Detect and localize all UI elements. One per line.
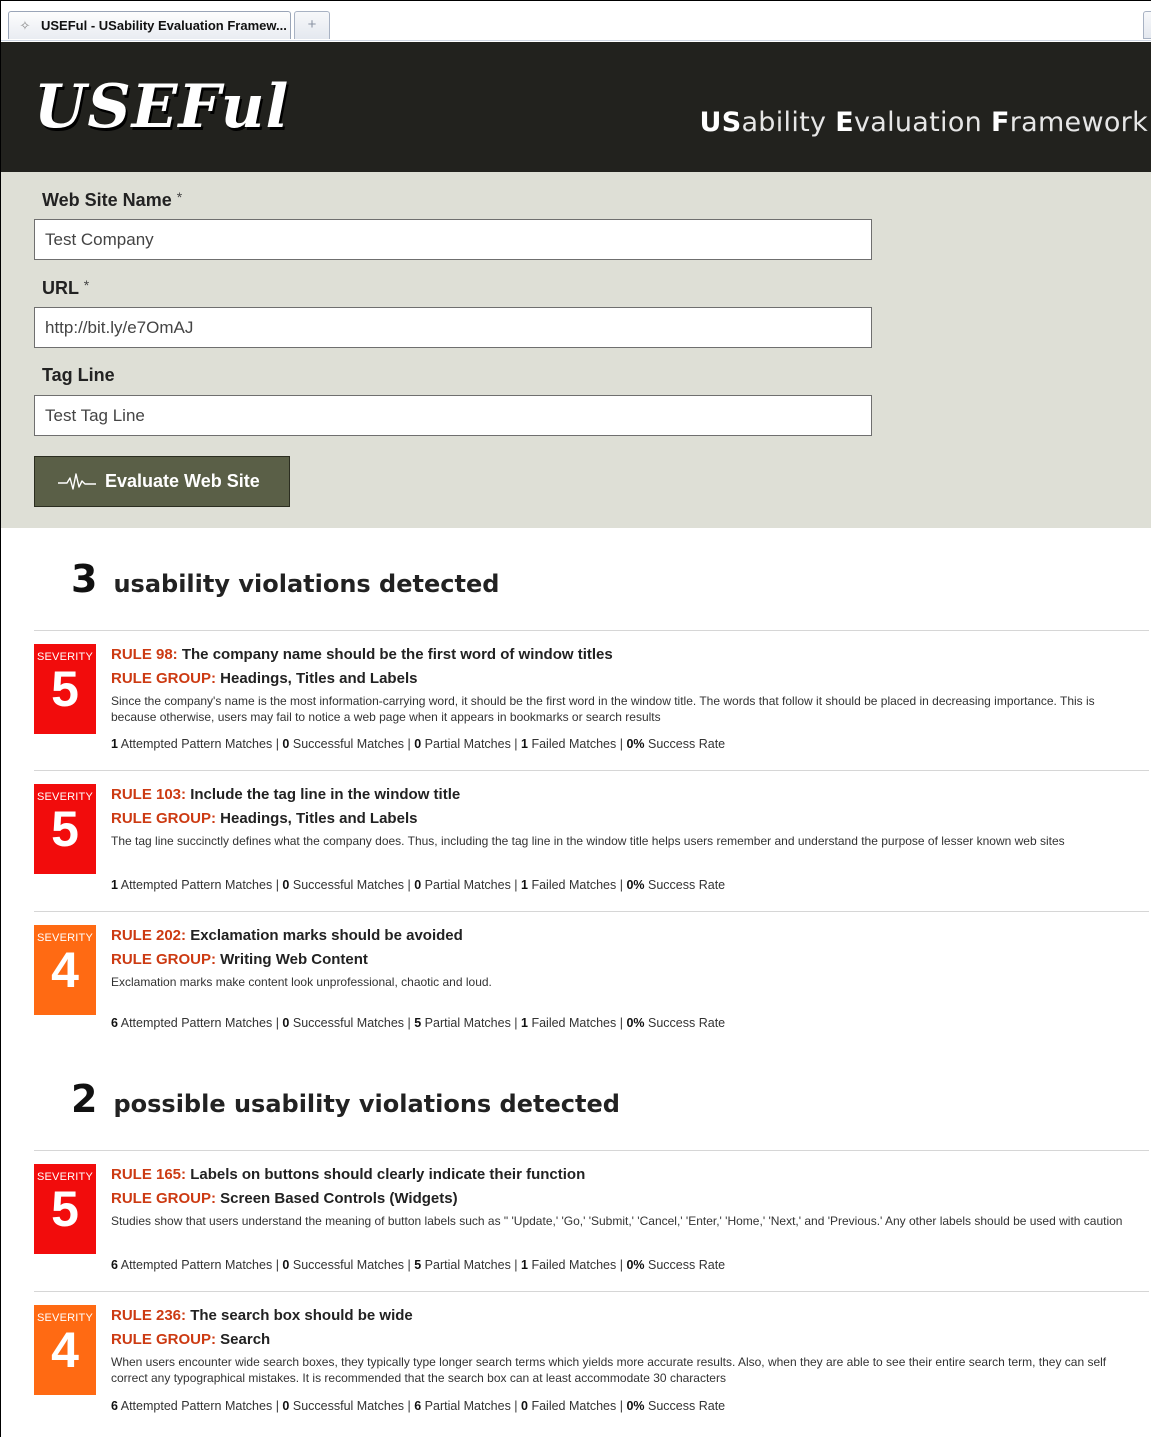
rule-group: RULE GROUP: Headings, Titles and Labels bbox=[111, 670, 418, 687]
required-marker: * bbox=[83, 277, 90, 293]
rule-number: RULE 202: bbox=[111, 927, 187, 944]
rule-group: RULE GROUP: Writing Web Content bbox=[111, 951, 368, 968]
severity-value: 5 bbox=[51, 661, 79, 717]
required-marker: * bbox=[176, 189, 183, 205]
rule-group: RULE GROUP: Search bbox=[111, 1331, 271, 1348]
severity-badge: SEVERITY 4 bbox=[34, 925, 96, 1015]
browser-tab[interactable]: ✧ USEFul - USability Evaluation Framew..… bbox=[8, 11, 291, 39]
rule-title: RULE 103: Include the tag line in the wi… bbox=[111, 786, 461, 803]
rule-group-key: RULE GROUP: bbox=[111, 670, 216, 687]
tagline-word: ability bbox=[741, 107, 836, 138]
severity-value: 4 bbox=[51, 1322, 79, 1378]
severity-badge: SEVERITY 5 bbox=[34, 1164, 96, 1254]
possible-violations-heading: 2 possible usability violations detected bbox=[71, 1077, 620, 1121]
rule-group: RULE GROUP: Headings, Titles and Labels bbox=[111, 810, 418, 827]
tagline-initial: F bbox=[990, 107, 1010, 138]
rule-title: RULE 165: Labels on buttons should clear… bbox=[111, 1166, 586, 1183]
site-name-label: Web Site Name * bbox=[42, 189, 183, 210]
browser-tab-title: USEFul - USability Evaluation Framew... bbox=[41, 18, 287, 33]
evaluate-button-label: Evaluate Web Site bbox=[105, 471, 260, 491]
violations-heading: 3 usability violations detected bbox=[71, 557, 499, 601]
severity-badge: SEVERITY 4 bbox=[34, 1305, 96, 1395]
rule-description: When users encounter wide search boxes, … bbox=[111, 1355, 1107, 1385]
severity-value: 4 bbox=[51, 942, 79, 998]
rule-stats: 1 Attempted Pattern Matches | 0 Successf… bbox=[111, 737, 726, 751]
rule-stats: 6 Attempted Pattern Matches | 0 Successf… bbox=[111, 1258, 726, 1272]
site-tagline: USability Evaluation Framework bbox=[699, 107, 1148, 138]
site-header: USEFul USability Evaluation Framework bbox=[1, 42, 1151, 172]
rule-description: The tag line succinctly defines what the… bbox=[111, 834, 1065, 848]
rule-item: SEVERITY 5 RULE 165: Labels on buttons s… bbox=[34, 1150, 1149, 1291]
url-label: URL * bbox=[42, 277, 90, 298]
tagline-word: ramework bbox=[1009, 107, 1148, 138]
rule-number: RULE 165: bbox=[111, 1166, 187, 1183]
tagline-label: Tag Line bbox=[42, 365, 115, 385]
violations-title: usability violations detected bbox=[113, 570, 500, 598]
page-loading-icon: ✧ bbox=[19, 17, 31, 33]
site-logo[interactable]: USEFul bbox=[34, 72, 289, 142]
url-input[interactable] bbox=[34, 307, 872, 348]
severity-value: 5 bbox=[51, 1181, 79, 1237]
rule-description: Exclamation marks make content look unpr… bbox=[111, 975, 492, 989]
rule-stats: 6 Attempted Pattern Matches | 0 Successf… bbox=[111, 1399, 726, 1413]
evaluate-button[interactable]: Evaluate Web Site bbox=[34, 456, 290, 507]
site-name-input[interactable] bbox=[34, 219, 872, 260]
rule-stats: 1 Attempted Pattern Matches | 0 Successf… bbox=[111, 878, 726, 892]
rule-details: RULE 98: The company name should be the … bbox=[111, 645, 1129, 725]
rule-item: SEVERITY 4 RULE 202: Exclamation marks s… bbox=[34, 911, 1149, 1051]
tagline-initial: E bbox=[835, 107, 854, 138]
severity-value: 5 bbox=[51, 801, 79, 857]
rule-group: RULE GROUP: Screen Based Controls (Widge… bbox=[111, 1190, 458, 1207]
severity-badge: SEVERITY 5 bbox=[34, 784, 96, 874]
rule-item: SEVERITY 4 RULE 236: The search box shou… bbox=[34, 1291, 1149, 1437]
rule-stats: 6 Attempted Pattern Matches | 0 Successf… bbox=[111, 1016, 726, 1030]
rule-number: RULE 236: bbox=[111, 1307, 187, 1324]
plus-icon: + bbox=[307, 16, 317, 33]
rule-group-key: RULE GROUP: bbox=[111, 1190, 216, 1207]
possible-violations-title: possible usability violations detected bbox=[113, 1090, 620, 1118]
rule-details: RULE 236: The search box should be wide … bbox=[111, 1306, 1129, 1386]
violations-count: 3 bbox=[71, 557, 98, 601]
browser-window: ✧ USEFul - USability Evaluation Framew..… bbox=[0, 0, 1151, 1437]
rule-group-key: RULE GROUP: bbox=[111, 1331, 216, 1348]
rule-description: Studies show that users understand the m… bbox=[111, 1214, 1123, 1228]
heartbeat-icon bbox=[58, 472, 96, 490]
rule-details: RULE 202: Exclamation marks should be av… bbox=[111, 926, 1129, 990]
rule-number: RULE 103: bbox=[111, 786, 187, 803]
rule-details: RULE 165: Labels on buttons should clear… bbox=[111, 1165, 1129, 1229]
evaluation-form: Web Site Name * URL * Tag Line Evaluate … bbox=[1, 172, 1151, 528]
tagline-word: valuation bbox=[853, 107, 991, 138]
rule-description: Since the company's name is the most inf… bbox=[111, 694, 1095, 724]
rule-item: SEVERITY 5 RULE 103: Include the tag lin… bbox=[34, 770, 1149, 911]
tab-scroll-button[interactable] bbox=[1143, 11, 1151, 39]
severity-badge: SEVERITY 5 bbox=[34, 644, 96, 734]
tagline-input[interactable] bbox=[34, 395, 872, 436]
new-tab-button[interactable]: + bbox=[294, 11, 330, 39]
rule-title: RULE 202: Exclamation marks should be av… bbox=[111, 927, 463, 944]
tagline-initial: US bbox=[699, 107, 742, 138]
rule-group-key: RULE GROUP: bbox=[111, 810, 216, 827]
rule-group-key: RULE GROUP: bbox=[111, 951, 216, 968]
rule-details: RULE 103: Include the tag line in the wi… bbox=[111, 785, 1129, 849]
rule-title: RULE 236: The search box should be wide bbox=[111, 1307, 413, 1324]
possible-violations-count: 2 bbox=[71, 1077, 98, 1121]
rule-item: SEVERITY 5 RULE 98: The company name sho… bbox=[34, 630, 1149, 770]
rule-number: RULE 98: bbox=[111, 646, 178, 663]
rule-title: RULE 98: The company name should be the … bbox=[111, 646, 613, 663]
tab-strip: ✧ USEFul - USability Evaluation Framew..… bbox=[1, 1, 1151, 41]
